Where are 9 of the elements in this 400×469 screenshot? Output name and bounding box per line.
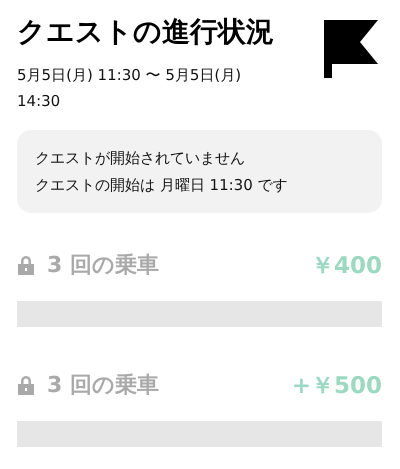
flag-icon	[324, 20, 378, 78]
notice-text: クエストの開始は 月曜日 11:30 です	[35, 175, 289, 196]
quest-period: 5月5日(月) 11:30 〜 5月5日(月) 14:30	[17, 65, 242, 112]
reward-amount: +￥500	[292, 372, 382, 400]
reward-amount: ￥400	[310, 252, 382, 280]
notice-text: クエストが開始されていません	[35, 148, 246, 169]
quest-label: 3 回の乗車	[47, 252, 160, 280]
quest-label: 3 回の乗車	[47, 372, 160, 400]
page-title: クエストの進行状況	[17, 14, 275, 50]
